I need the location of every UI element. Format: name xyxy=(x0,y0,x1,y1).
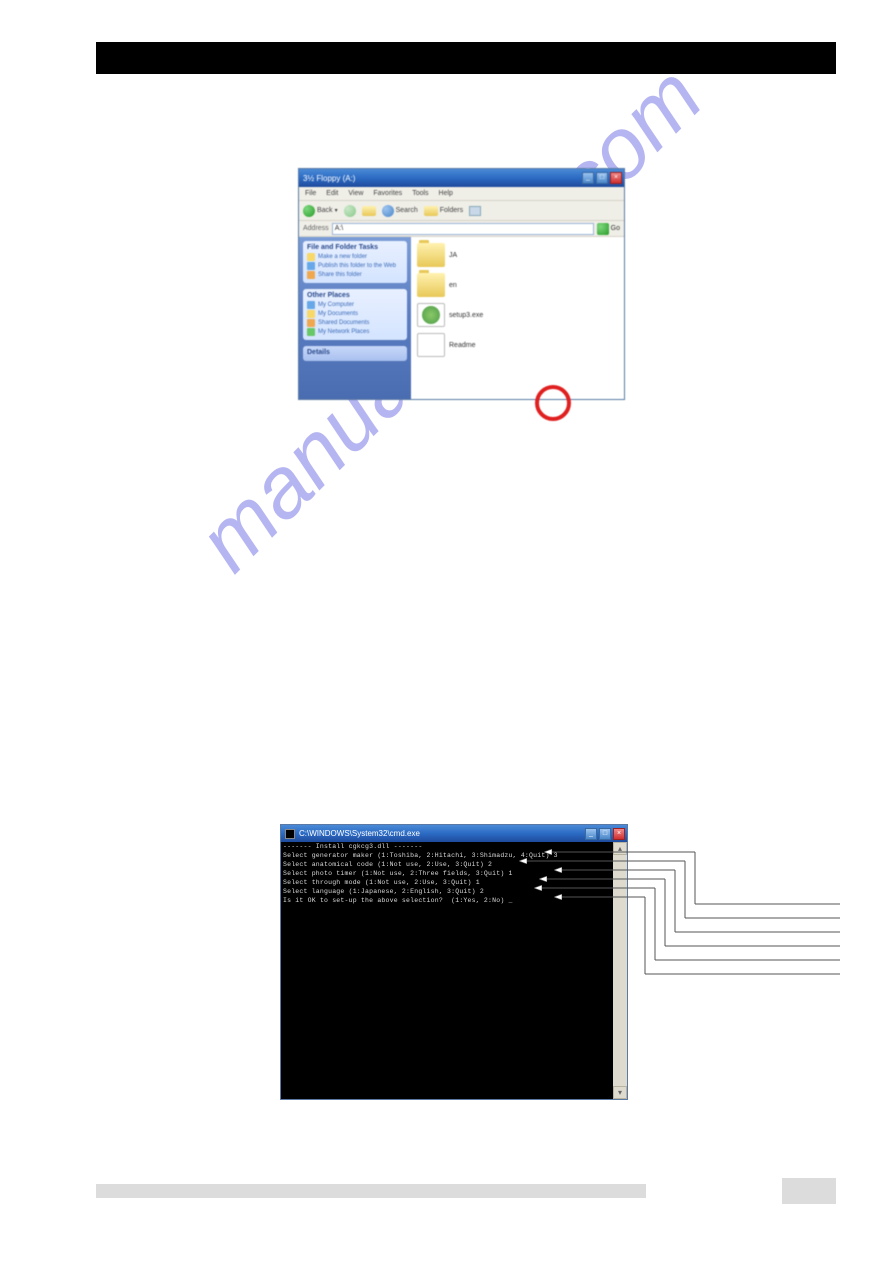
sidebar-item[interactable]: My Network Places xyxy=(307,328,403,336)
forward-icon[interactable] xyxy=(344,205,356,217)
search-icon xyxy=(382,205,394,217)
views-icon[interactable] xyxy=(469,206,481,216)
minimize-button[interactable]: _ xyxy=(582,172,594,184)
sidebar-item[interactable]: Share this folder xyxy=(307,271,403,279)
file-label: JA xyxy=(449,252,457,259)
menu-view[interactable]: View xyxy=(348,190,363,197)
sidebar-item[interactable]: My Documents xyxy=(307,310,403,318)
page-footer-box xyxy=(782,1178,836,1204)
folders-button[interactable]: Folders xyxy=(424,206,463,216)
file-item-setup[interactable]: setup3.exe xyxy=(417,303,618,327)
maximize-button[interactable]: □ xyxy=(599,828,611,840)
maximize-button[interactable]: □ xyxy=(596,172,608,184)
folders-icon xyxy=(424,206,438,216)
highlight-circle xyxy=(535,385,571,421)
minimize-button[interactable]: _ xyxy=(585,828,597,840)
explorer-window: 3½ Floppy (A:) _ □ × File Edit View Favo… xyxy=(298,168,625,400)
cmd-output-line: Select anatomical code (1:Not use, 2:Use… xyxy=(281,860,613,869)
shared-icon xyxy=(307,319,315,327)
sidebar-panel-details: Details xyxy=(303,346,407,361)
folder-icon xyxy=(307,253,315,261)
file-label: en xyxy=(449,282,457,289)
explorer-content: JA en setup3.exe Readme xyxy=(411,237,624,399)
sidebar-panel-places: Other Places My Computer My Documents Sh… xyxy=(303,289,407,340)
network-icon xyxy=(307,328,315,336)
go-button[interactable] xyxy=(597,223,609,235)
explorer-body: File and Folder Tasks Make a new folder … xyxy=(299,237,624,399)
explorer-sidebar: File and Folder Tasks Make a new folder … xyxy=(299,237,411,399)
file-label: setup3.exe xyxy=(449,312,483,319)
cmd-output-line: Select photo timer (1:Not use, 2:Three f… xyxy=(281,869,613,878)
search-button[interactable]: Search xyxy=(382,205,418,217)
cmd-output-line: Select through mode (1:Not use, 2:Use, 3… xyxy=(281,878,613,887)
back-icon xyxy=(303,205,315,217)
explorer-toolbar: Back ▾ Search Folders xyxy=(299,201,624,221)
close-button[interactable]: × xyxy=(613,828,625,840)
scroll-down-icon[interactable]: ▾ xyxy=(613,1086,627,1099)
window-buttons: _ □ × xyxy=(585,828,627,840)
explorer-menubar: File Edit View Favorites Tools Help xyxy=(299,187,624,201)
folder-item[interactable]: en xyxy=(417,273,618,297)
cmd-title: C:\WINDOWS\System32\cmd.exe xyxy=(299,829,420,838)
computer-icon xyxy=(307,301,315,309)
file-label: Readme xyxy=(449,342,475,349)
sidebar-item-label: Shared Documents xyxy=(318,320,369,326)
file-item-readme[interactable]: Readme xyxy=(417,333,618,357)
back-label: Back xyxy=(317,207,333,214)
page-header-bar xyxy=(96,42,836,74)
setup-icon xyxy=(417,303,445,327)
page-footer-bar xyxy=(96,1184,646,1198)
folder-icon xyxy=(417,273,445,297)
folders-label: Folders xyxy=(440,207,463,214)
cmd-output-line: ------- Install cgkcg3.dll ------- xyxy=(281,842,613,851)
scroll-up-icon[interactable]: ▴ xyxy=(613,842,627,855)
share-icon xyxy=(307,271,315,279)
back-button[interactable]: Back ▾ xyxy=(303,205,338,217)
window-buttons: _ □ × xyxy=(582,172,624,184)
menu-tools[interactable]: Tools xyxy=(412,190,428,197)
documents-icon xyxy=(307,310,315,318)
cmd-output-line: Select generator maker (1:Toshiba, 2:Hit… xyxy=(281,851,613,860)
sidebar-panel-title: File and Folder Tasks xyxy=(307,244,403,251)
sidebar-panel-title: Details xyxy=(307,349,403,356)
globe-icon xyxy=(307,262,315,270)
sidebar-item-label: Publish this folder to the Web xyxy=(318,263,396,269)
explorer-title: 3½ Floppy (A:) xyxy=(303,174,355,183)
cmd-titlebar: C:\WINDOWS\System32\cmd.exe _ □ × xyxy=(281,825,627,842)
sidebar-panel-title: Other Places xyxy=(307,292,403,299)
explorer-titlebar: 3½ Floppy (A:) _ □ × xyxy=(299,169,624,187)
menu-edit[interactable]: Edit xyxy=(326,190,338,197)
sidebar-item-label: Share this folder xyxy=(318,272,362,278)
explorer-addressbar: Address A:\ Go xyxy=(299,221,624,237)
folder-item[interactable]: JA xyxy=(417,243,618,267)
go-label: Go xyxy=(611,225,620,232)
cmd-output-line: Is it OK to set-up the above selection? … xyxy=(281,896,613,905)
sidebar-item[interactable]: My Computer xyxy=(307,301,403,309)
menu-favorites[interactable]: Favorites xyxy=(373,190,402,197)
cmd-icon xyxy=(285,829,295,839)
sidebar-item[interactable]: Publish this folder to the Web xyxy=(307,262,403,270)
close-button[interactable]: × xyxy=(610,172,622,184)
cmd-body: ▴ ▾ ------- Install cgkcg3.dll ------- S… xyxy=(281,842,627,1099)
folder-icon xyxy=(417,243,445,267)
sidebar-panel-tasks: File and Folder Tasks Make a new folder … xyxy=(303,241,407,283)
up-icon[interactable] xyxy=(362,206,376,216)
sidebar-item-label: My Computer xyxy=(318,302,354,308)
sidebar-item-label: My Network Places xyxy=(318,329,369,335)
sidebar-item-label: Make a new folder xyxy=(318,254,367,260)
search-label: Search xyxy=(396,207,418,214)
address-label: Address xyxy=(303,225,329,232)
menu-help[interactable]: Help xyxy=(439,190,453,197)
menu-file[interactable]: File xyxy=(305,190,316,197)
address-input[interactable]: A:\ xyxy=(332,223,594,235)
sidebar-item[interactable]: Shared Documents xyxy=(307,319,403,327)
sidebar-item-label: My Documents xyxy=(318,311,358,317)
sidebar-item[interactable]: Make a new folder xyxy=(307,253,403,261)
cmd-output-line: Select language (1:Japanese, 2:English, … xyxy=(281,887,613,896)
cmd-window: C:\WINDOWS\System32\cmd.exe _ □ × ▴ ▾ --… xyxy=(280,824,628,1100)
text-file-icon xyxy=(417,333,445,357)
